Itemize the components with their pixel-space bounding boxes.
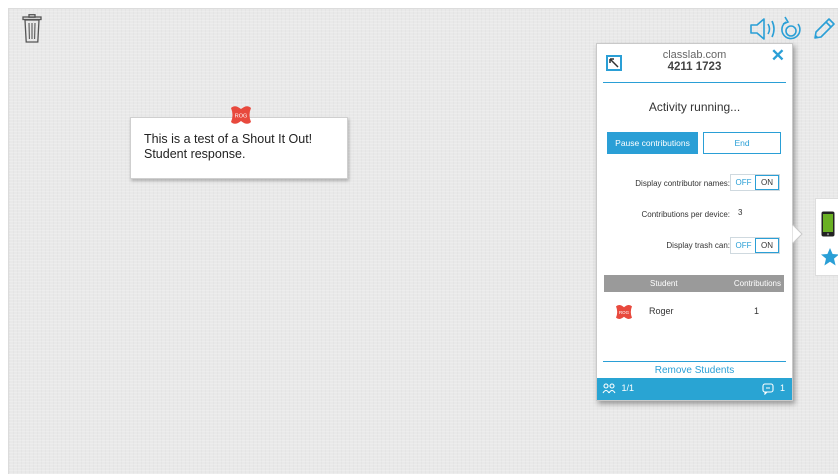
pause-contributions-button[interactable]: Pause contributions: [607, 132, 698, 154]
display-names-label: Display contributor names:: [635, 179, 730, 188]
student-contributions: 1: [753, 306, 759, 316]
pencil-icon[interactable]: [810, 16, 836, 49]
participants-text: 1/1: [621, 383, 635, 393]
trash-icon[interactable]: [22, 14, 42, 44]
display-names-toggle[interactable]: OFF ON: [730, 174, 780, 191]
contributions-per-device-value[interactable]: 3: [738, 208, 742, 217]
toggle-on[interactable]: ON: [755, 238, 779, 253]
student-avatar: ROG: [228, 105, 254, 125]
close-icon[interactable]: ✕: [771, 47, 785, 65]
responses-count: 1: [762, 383, 785, 397]
avatar-initials: ROG: [235, 114, 248, 120]
activity-panel: classlab.com 4211 1723 ✕ Activity runnin…: [596, 43, 793, 401]
divider: [603, 361, 786, 362]
remove-students-link[interactable]: Remove Students: [597, 365, 792, 376]
people-icon: [602, 383, 616, 394]
panel-header: classlab.com 4211 1723 ✕: [597, 44, 792, 84]
student-avatar: ROG: [613, 304, 635, 320]
host-label: classlab.com: [662, 49, 727, 61]
panel-pointer: [791, 222, 804, 246]
avatar-initials: ROG: [619, 310, 630, 315]
column-contributions: Contributions: [733, 279, 781, 288]
star-icon[interactable]: [820, 247, 838, 272]
participants-count: 1/1: [602, 383, 634, 397]
class-code: 4211 1723: [667, 61, 722, 73]
phone-icon[interactable]: [821, 211, 835, 242]
student-name: Roger: [649, 306, 674, 316]
display-trash-toggle[interactable]: OFF ON: [730, 237, 780, 254]
chat-icon: [762, 383, 775, 396]
responses-text: 1: [779, 383, 785, 393]
activity-status: Activity running...: [648, 100, 741, 114]
divider: [603, 82, 786, 83]
table-row[interactable]: ROG Roger 1: [604, 301, 784, 321]
response-card[interactable]: This is a test of a Shout It Out! Studen…: [130, 117, 348, 179]
column-student: Student: [650, 279, 678, 288]
side-tab: [815, 198, 838, 276]
end-button[interactable]: End: [703, 132, 781, 154]
panel-footer: 1/1 1: [597, 378, 792, 400]
toggle-off[interactable]: OFF: [731, 238, 756, 253]
contributions-per-device-label: Contributions per device:: [641, 210, 731, 219]
display-trash-label: Display trash can:: [666, 241, 730, 250]
response-text: This is a test of a Shout It Out! Studen…: [144, 132, 313, 161]
toggle-off[interactable]: OFF: [731, 175, 756, 190]
student-table-header: Student Contributions: [604, 275, 784, 292]
toggle-on[interactable]: ON: [755, 175, 779, 190]
